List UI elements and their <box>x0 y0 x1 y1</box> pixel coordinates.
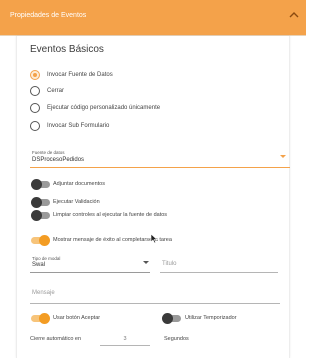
toggle-knob <box>39 313 50 324</box>
datasource-label: Fuente de datos <box>32 150 65 155</box>
radio-unselected-icon[interactable] <box>30 103 40 113</box>
radio-selected-icon[interactable] <box>30 70 40 80</box>
radio-label: Cerrar <box>47 88 65 94</box>
radio-unselected-icon[interactable] <box>30 121 40 131</box>
toggle-limpiar-controles[interactable] <box>31 210 50 221</box>
toggle-adjuntar-documentos[interactable] <box>31 179 50 190</box>
toggle-knob <box>31 197 42 208</box>
section-title: Eventos Básicos <box>30 44 104 55</box>
panel-header-title: Propiedades de Eventos <box>10 12 87 19</box>
toggle-label: Limpiar controles al ejecutar la fuente … <box>53 212 168 218</box>
toggle-ejecutar-validacion[interactable] <box>31 197 50 208</box>
modal-type-label: Tipo de modal <box>32 256 61 261</box>
radio-invocar-fuente-datos[interactable]: Invocar Fuente de Datos <box>30 68 113 82</box>
radio-label: Invocar Fuente de Datos <box>47 72 113 78</box>
titulo-placeholder: Titulo <box>162 261 177 267</box>
radio-label: Invocar Sub Formulario <box>47 123 110 129</box>
toggle-usar-boton-aceptar[interactable] <box>31 313 50 324</box>
toggle-label: Utilizar Temporizador <box>185 315 237 321</box>
mouse-cursor-icon <box>150 233 158 244</box>
toggle-knob <box>39 235 50 246</box>
toggle-utilizar-temporizador[interactable] <box>162 313 181 324</box>
datasource-underline <box>30 167 290 168</box>
toggle-knob <box>31 210 42 221</box>
mensaje-placeholder: Mensaje <box>32 290 55 296</box>
toggle-label: Adjuntar documentos <box>53 181 105 187</box>
toggle-mostrar-mensaje-exito[interactable] <box>31 235 50 246</box>
toggle-knob <box>31 179 42 190</box>
chevron-up-icon[interactable] <box>285 8 303 24</box>
modal-type-underline <box>30 272 150 273</box>
toggle-label: Ejecutar Validación <box>53 199 100 205</box>
radio-label: Ejecutar código personalizado únicamente <box>47 105 161 111</box>
dropdown-caret-icon[interactable] <box>280 155 286 158</box>
auto-close-unit: Segundos <box>164 336 189 342</box>
modal-type-value: Swal <box>32 262 46 268</box>
dropdown-caret-icon[interactable] <box>143 261 149 264</box>
mensaje-underline <box>30 303 280 304</box>
auto-close-value: 3 <box>123 336 127 342</box>
radio-cerrar[interactable]: Cerrar <box>30 84 64 98</box>
radio-ejecutar-codigo[interactable]: Ejecutar código personalizado únicamente <box>30 101 160 115</box>
panel-header[interactable]: Propiedades de Eventos <box>0 0 306 36</box>
radio-unselected-icon[interactable] <box>30 86 40 96</box>
auto-close-underline <box>100 345 150 346</box>
toggle-label: Usar botón Aceptar <box>53 315 101 321</box>
toggle-knob <box>162 313 173 324</box>
datasource-value: DSProcesoPedidos <box>32 157 85 163</box>
radio-invocar-sub-formulario[interactable]: Invocar Sub Formulario <box>30 119 109 133</box>
auto-close-label: Cierre automático en <box>30 336 82 342</box>
titulo-underline <box>160 272 278 273</box>
